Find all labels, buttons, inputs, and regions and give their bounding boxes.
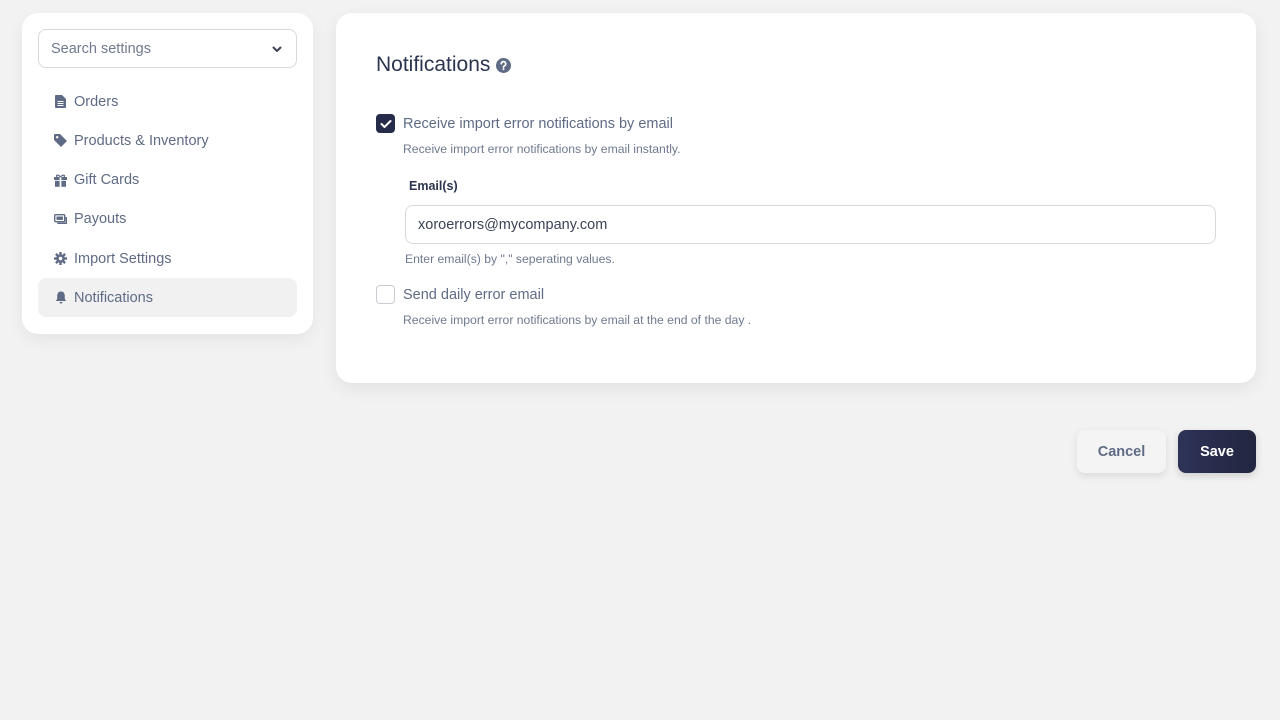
tag-icon xyxy=(54,134,67,148)
email-notifications-label: Receive import error notifications by em… xyxy=(403,115,673,132)
sidebar-item-import-settings[interactable]: Import Settings xyxy=(38,239,297,278)
gift-icon xyxy=(54,174,67,187)
emails-label: Email(s) xyxy=(409,179,458,193)
chevron-down-icon xyxy=(272,46,282,52)
gear-icon xyxy=(54,252,67,266)
sidebar-item-products-inventory[interactable]: Products & Inventory xyxy=(38,121,297,160)
sidebar-item-orders[interactable]: Orders xyxy=(38,82,297,121)
cancel-button[interactable]: Cancel xyxy=(1077,430,1166,473)
money-icon xyxy=(54,213,67,226)
sidebar-item-label: Gift Cards xyxy=(74,172,140,189)
settings-sidebar: Search settings Orders Products & Invent… xyxy=(22,13,313,334)
page-title-container: Notifications xyxy=(376,53,512,77)
checkmark-icon xyxy=(380,119,391,128)
document-icon xyxy=(54,95,67,108)
notifications-panel: Notifications Receive import error notif… xyxy=(336,13,1256,383)
email-notifications-checkbox[interactable] xyxy=(376,114,395,133)
emails-input[interactable] xyxy=(405,205,1216,244)
settings-nav: Orders Products & Inventory Gift Cards P… xyxy=(38,82,297,318)
daily-error-email-option[interactable]: Send daily error email xyxy=(376,285,544,304)
sidebar-item-notifications[interactable]: Notifications xyxy=(38,278,297,318)
daily-error-email-description: Receive import error notifications by em… xyxy=(403,313,752,327)
sidebar-item-label: Payouts xyxy=(74,211,127,228)
sidebar-item-payouts[interactable]: Payouts xyxy=(38,200,297,239)
sidebar-item-label: Import Settings xyxy=(74,250,172,267)
search-settings-dropdown[interactable]: Search settings xyxy=(38,29,297,68)
emails-hint: Enter email(s) by "," seperating values. xyxy=(405,252,615,266)
daily-error-email-label: Send daily error email xyxy=(403,286,545,303)
help-icon[interactable] xyxy=(496,57,512,73)
daily-error-email-checkbox[interactable] xyxy=(376,285,395,304)
sidebar-item-label: Products & Inventory xyxy=(74,132,209,149)
email-notifications-description: Receive import error notifications by em… xyxy=(403,142,681,156)
email-notifications-option[interactable]: Receive import error notifications by em… xyxy=(376,114,673,133)
page-title: Notifications xyxy=(376,53,491,76)
sidebar-item-label: Notifications xyxy=(74,289,153,306)
sidebar-item-gift-cards[interactable]: Gift Cards xyxy=(38,161,297,200)
save-button[interactable]: Save xyxy=(1178,430,1256,473)
bell-icon xyxy=(54,291,67,304)
search-placeholder: Search settings xyxy=(51,40,151,57)
sidebar-item-label: Orders xyxy=(74,93,119,110)
